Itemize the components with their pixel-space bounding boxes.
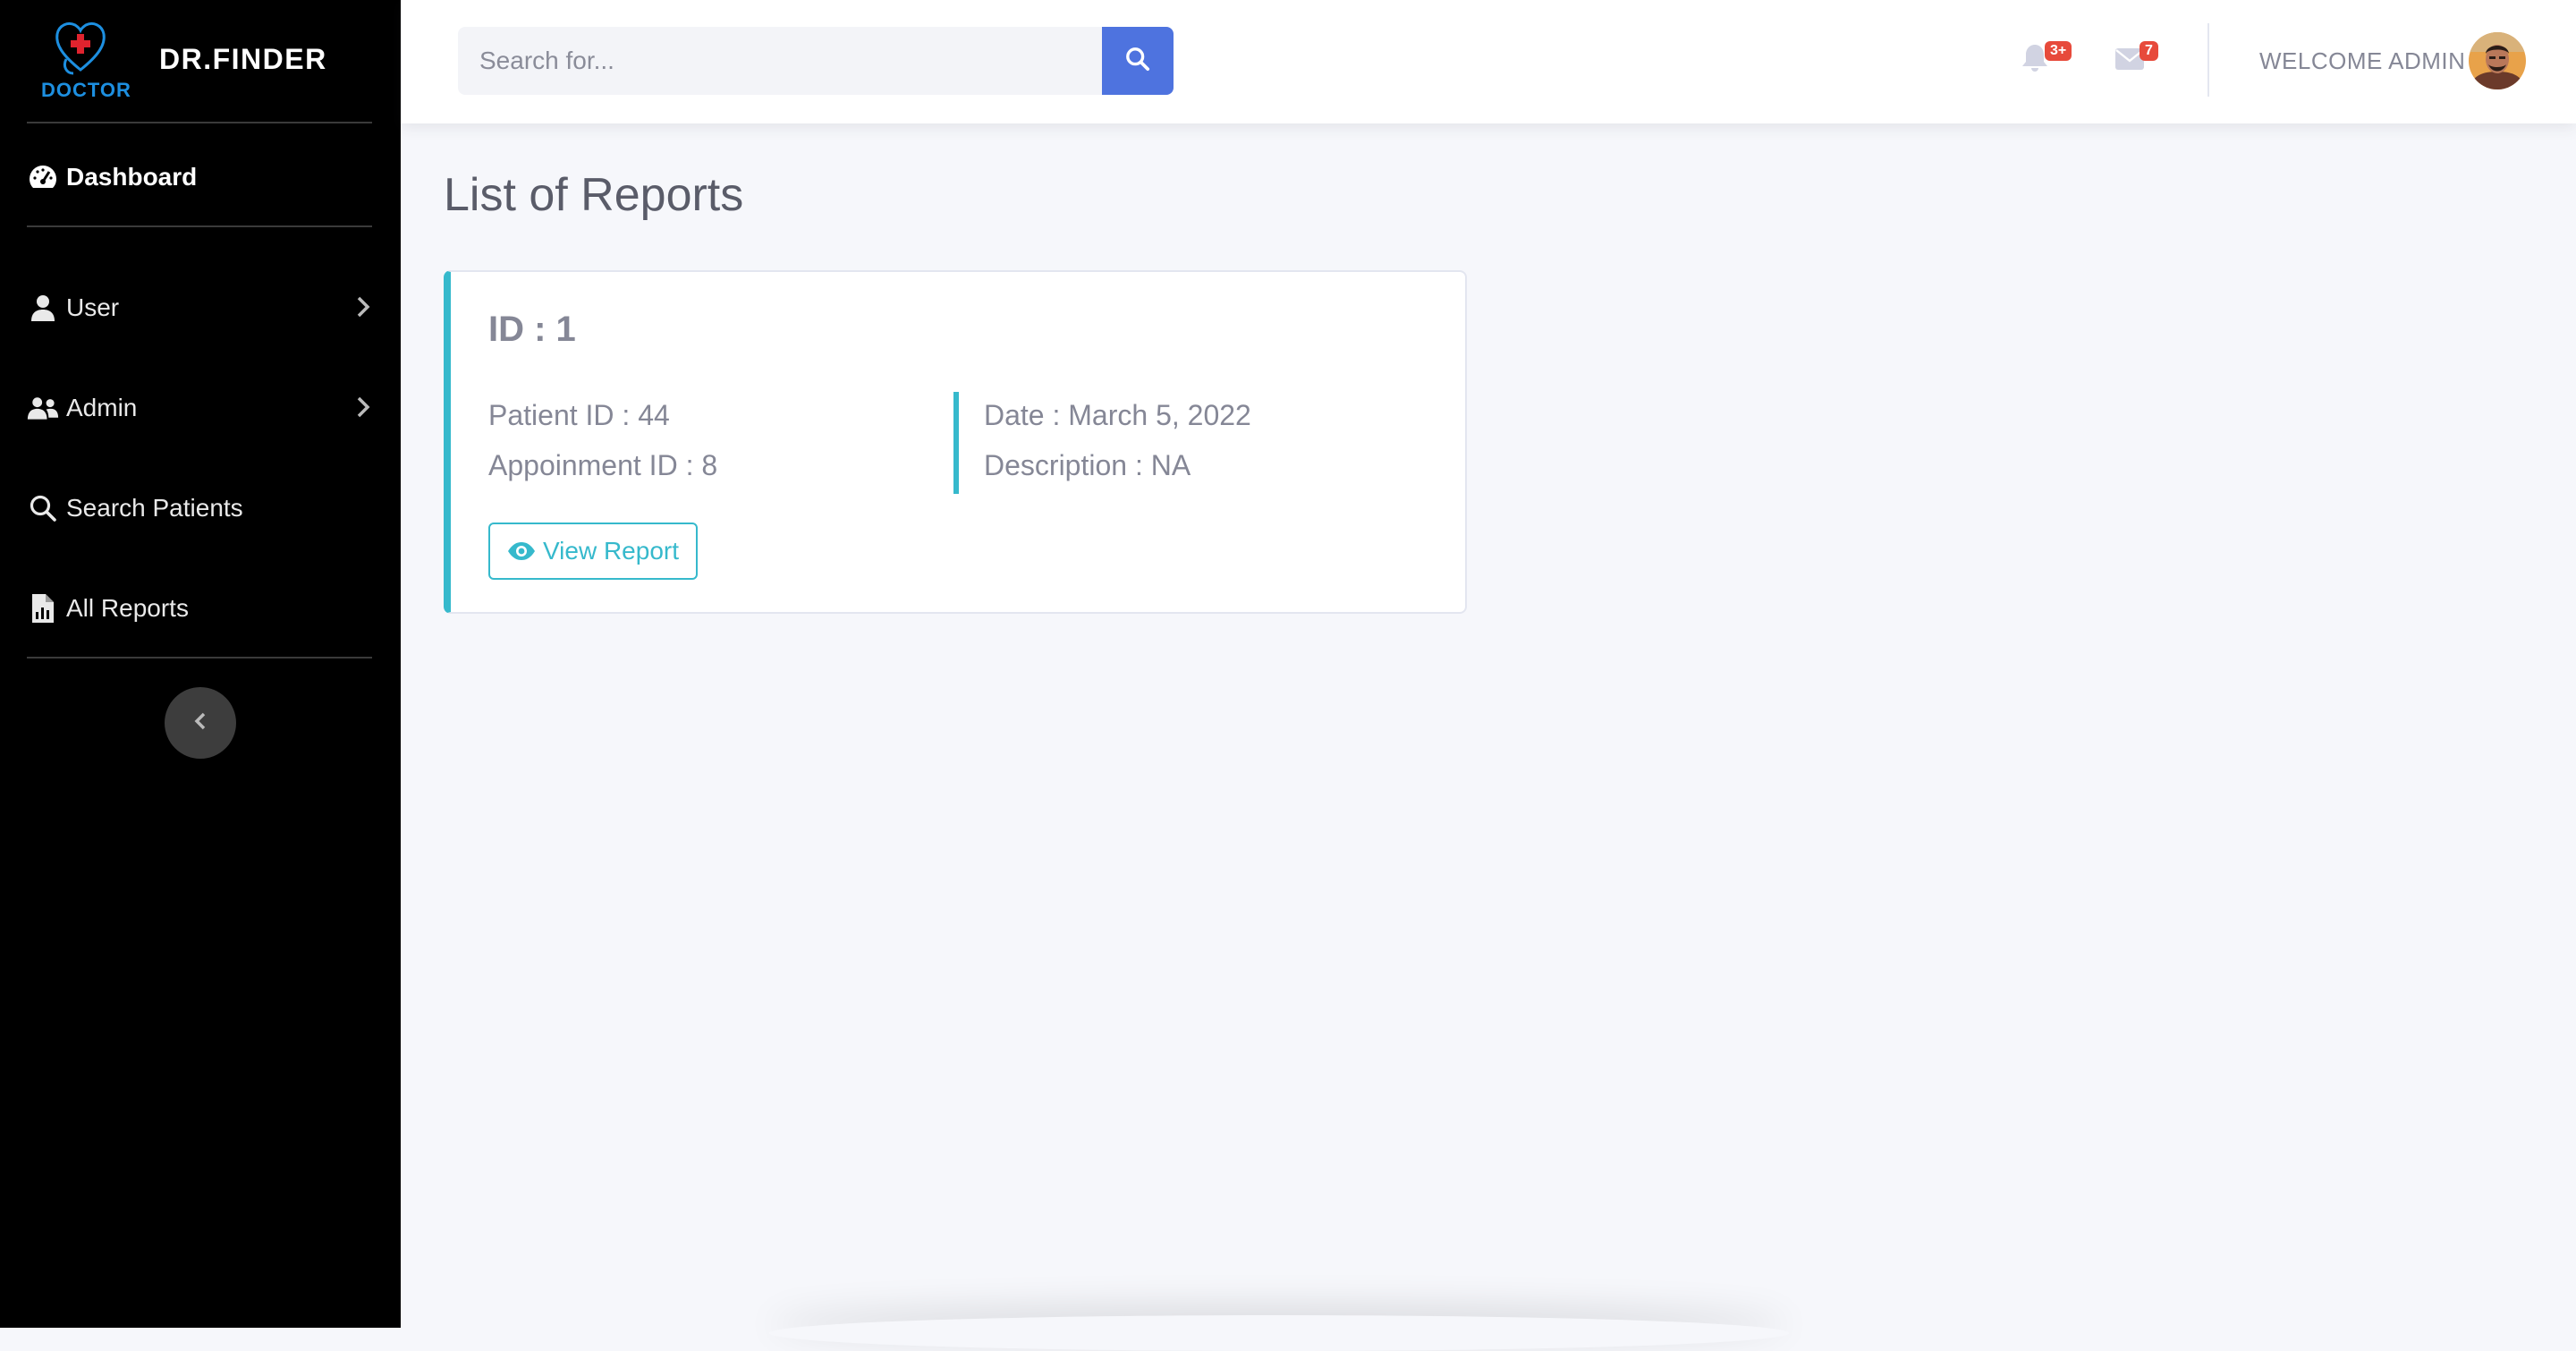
column-divider (953, 392, 959, 494)
eye-icon (507, 541, 536, 561)
page-title: List of Reports (444, 169, 744, 221)
report-date-text: Date : March 5, 2022 (984, 399, 1251, 431)
topbar: 3+ 7 WELCOME ADMIN (401, 0, 2576, 123)
heart-stethoscope-icon (55, 21, 106, 75)
bottom-shadow (769, 1315, 1789, 1351)
topbar-divider (2207, 23, 2209, 97)
patient-id-text: Patient ID : 44 (488, 399, 670, 431)
sidebar-item-user[interactable]: User (27, 281, 376, 335)
appointment-id-text: Appoinment ID : 8 (488, 449, 718, 481)
sidebar-divider (27, 225, 372, 227)
file-chart-icon (27, 592, 59, 625)
gauge-icon (27, 161, 59, 193)
search-button[interactable] (1102, 27, 1174, 95)
sidebar-item-admin[interactable]: Admin (27, 381, 376, 435)
messages-button[interactable]: 7 (2114, 39, 2159, 84)
welcome-text[interactable]: WELCOME ADMIN (2259, 47, 2465, 75)
sidebar: DOCTOR DR.FINDER Dashboard User Admin Se… (0, 0, 401, 1328)
brand-name: DR.FINDER (159, 43, 327, 75)
view-report-label: View Report (542, 537, 679, 565)
users-icon (27, 392, 59, 424)
chevron-left-icon (194, 711, 207, 735)
alerts-button[interactable]: 3+ (2021, 39, 2072, 84)
brand-logo-text: DOCTOR (41, 79, 131, 101)
sidebar-item-search-patients[interactable]: Search Patients (27, 481, 376, 535)
user-icon (27, 292, 59, 324)
view-report-button[interactable]: View Report (488, 523, 698, 580)
alerts-count-badge: 3+ (2045, 41, 2072, 61)
sidebar-divider (27, 657, 372, 659)
report-id: ID : 1 (488, 310, 576, 349)
messages-count-badge: 7 (2140, 41, 2158, 61)
report-description-text: Description : NA (984, 449, 1191, 481)
avatar[interactable] (2469, 32, 2526, 89)
chevron-right-icon (356, 295, 370, 325)
search-icon (27, 492, 59, 524)
search-input[interactable] (458, 27, 1102, 95)
brand-logo: DOCTOR (27, 16, 143, 106)
brand[interactable]: DOCTOR DR.FINDER (27, 16, 376, 106)
sidebar-divider (27, 122, 372, 123)
sidebar-item-all-reports[interactable]: All Reports (27, 582, 376, 635)
sidebar-item-label: Search Patients (66, 494, 243, 522)
sidebar-item-label: User (66, 293, 120, 321)
search-icon (1125, 47, 1150, 76)
report-card: ID : 1 Patient ID : 44 Appoinment ID : 8… (444, 270, 1467, 614)
sidebar-item-label: Admin (66, 394, 138, 421)
sidebar-item-label: All Reports (66, 594, 189, 622)
sidebar-item-label: Dashboard (66, 163, 198, 191)
sidebar-toggle-button[interactable] (165, 687, 236, 759)
search-bar (458, 27, 1174, 95)
sidebar-item-dashboard[interactable]: Dashboard (27, 150, 376, 204)
chevron-right-icon (356, 395, 370, 425)
